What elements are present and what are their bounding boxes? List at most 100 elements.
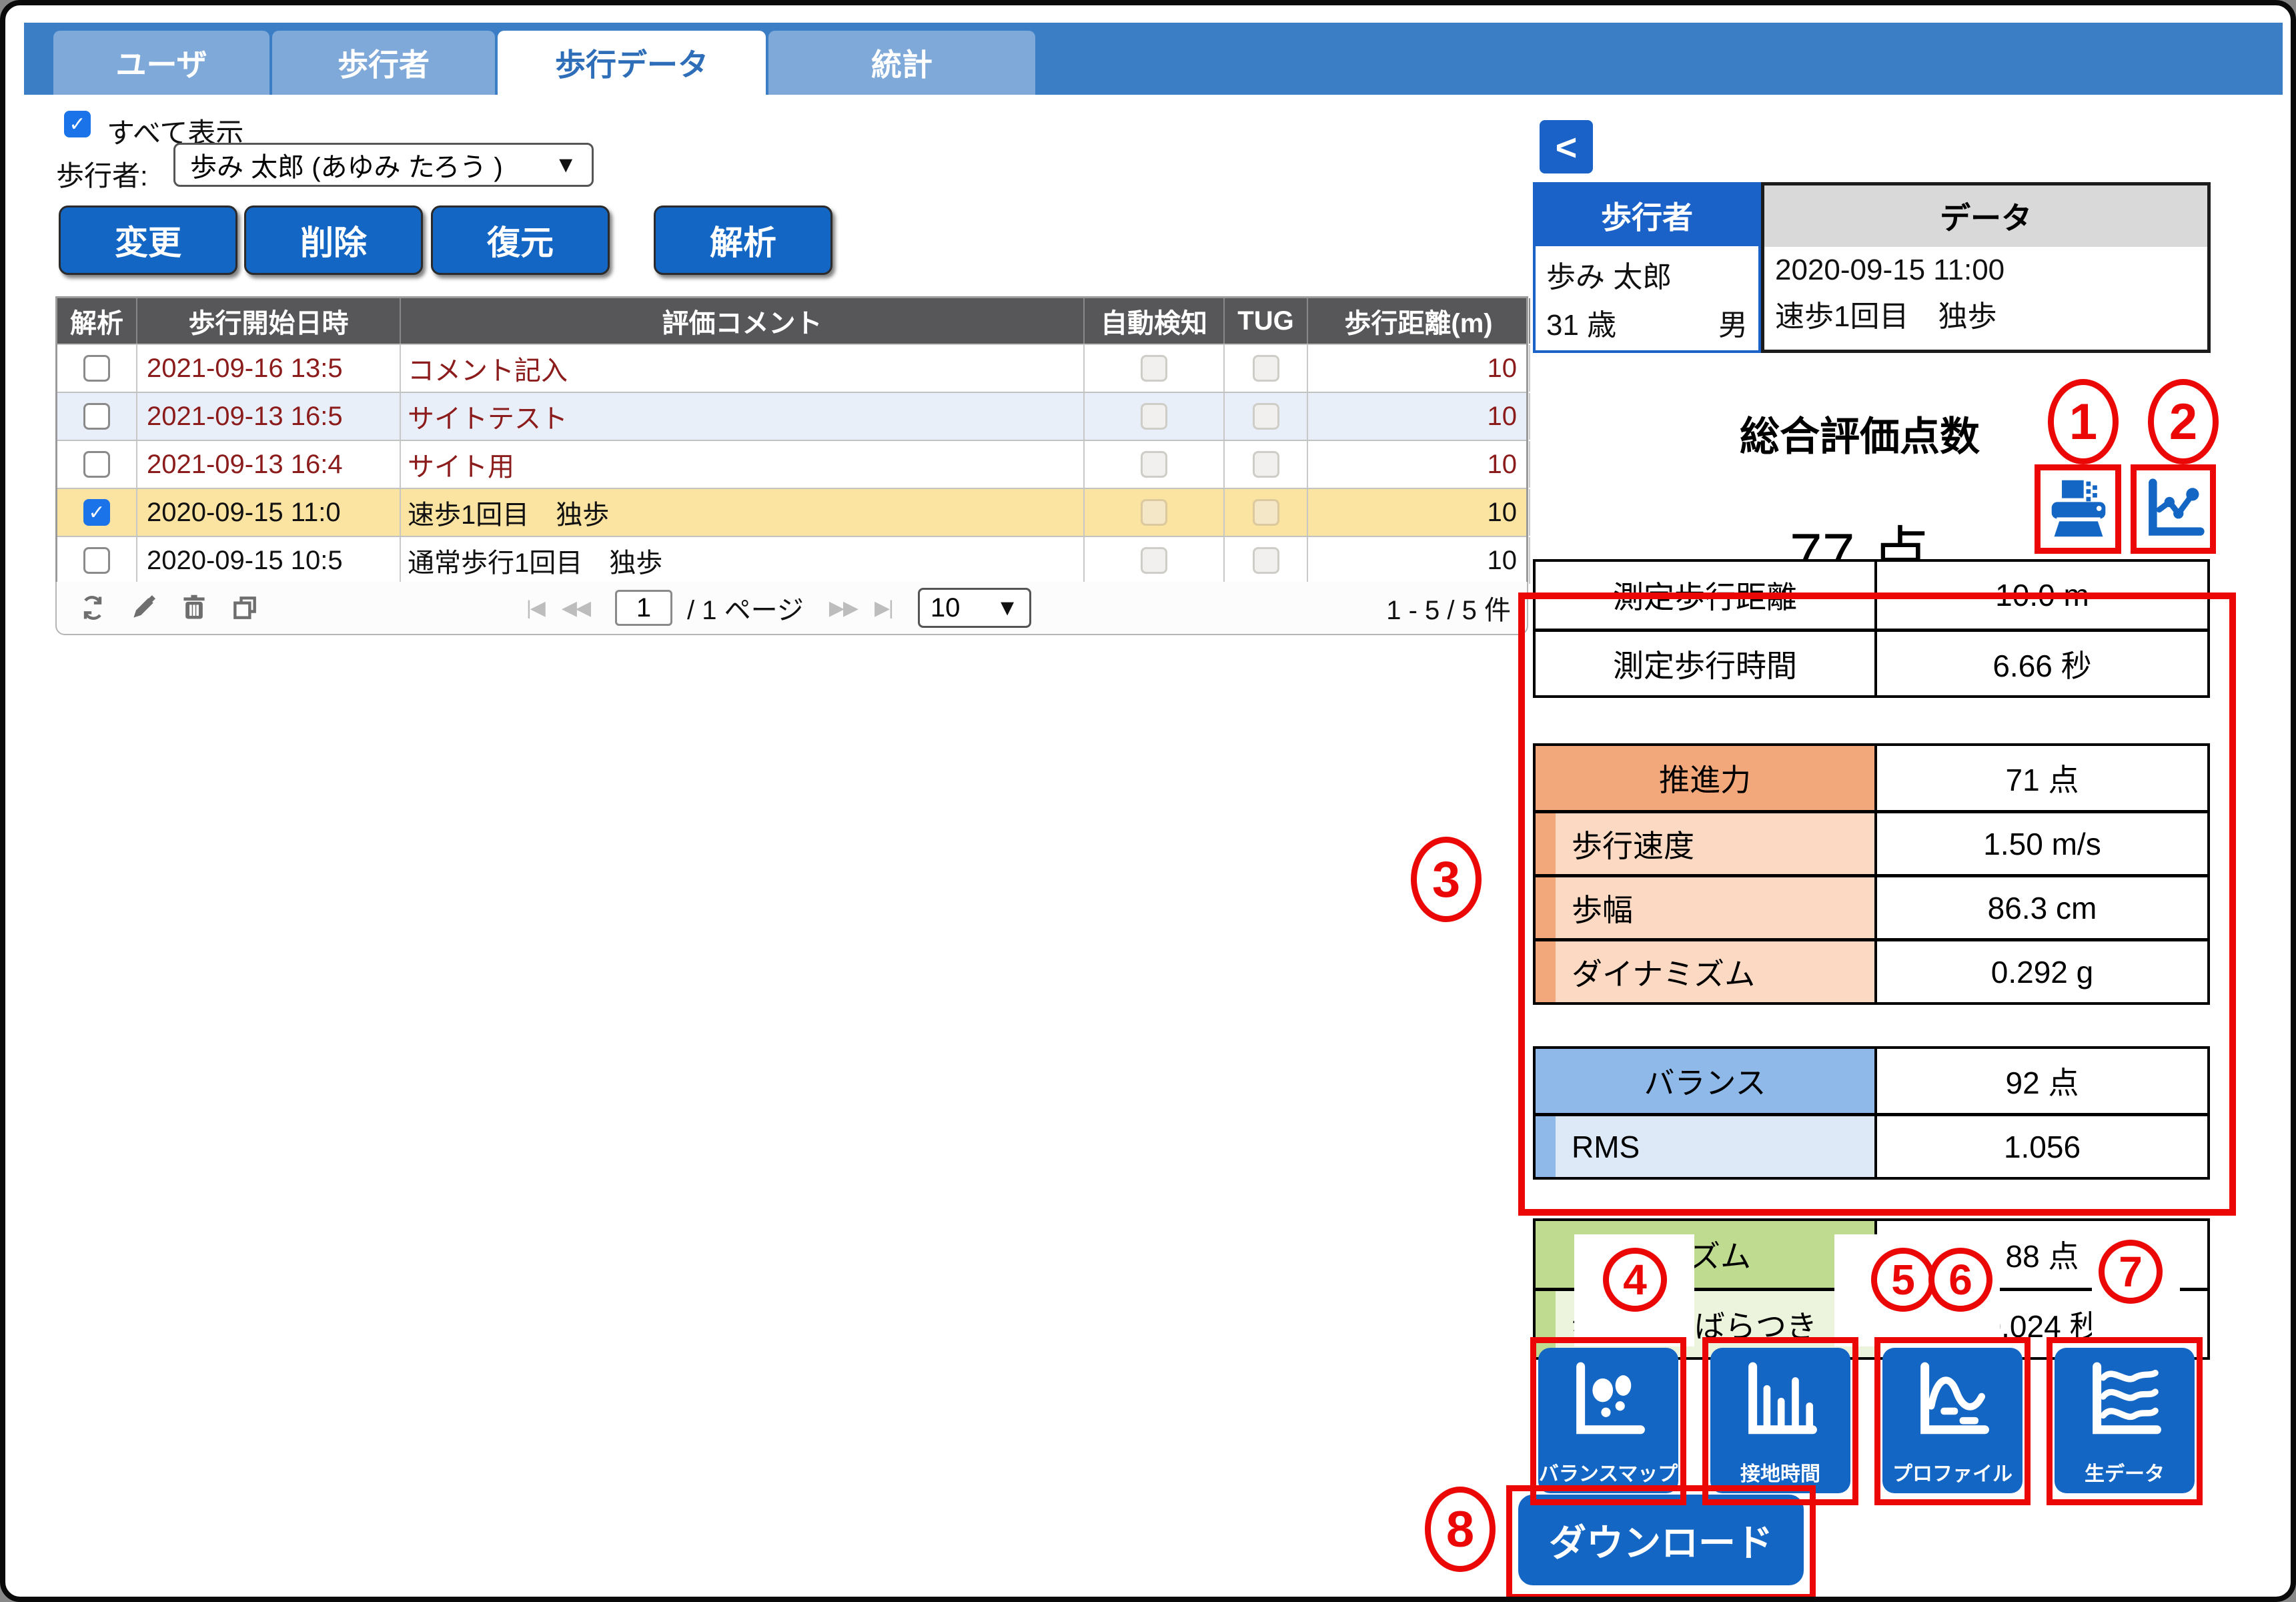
back-button[interactable]: < <box>1540 120 1593 173</box>
pager-next-button[interactable]: ▶▶ <box>829 596 857 620</box>
balance-map-icon <box>1565 1357 1652 1444</box>
row-distance: 10 <box>1308 537 1530 584</box>
row-analyze-checkbox[interactable] <box>83 355 110 382</box>
annotation-number-1: 1 <box>2048 379 2119 464</box>
walker-sex: 男 <box>1718 301 1748 344</box>
trash-icon[interactable] <box>179 593 209 623</box>
table-row-selected[interactable]: ✓ 2020-09-15 11:0 速歩1回目 独歩 10 <box>57 488 1526 536</box>
bar-chart-icon <box>1737 1357 1824 1444</box>
download-button[interactable]: ダウンロード <box>1518 1495 1804 1585</box>
pager-page-size-select[interactable]: 10 ▼ <box>918 588 1031 628</box>
pager-page-input[interactable]: 1 <box>615 590 672 626</box>
pager-page-size-value: 10 <box>931 593 961 623</box>
row-auto-detect-checkbox <box>1141 403 1167 430</box>
measure-time-value: 6.66 秒 <box>1874 632 2207 695</box>
row-auto-detect-checkbox <box>1141 355 1167 382</box>
rms-value: 1.056 <box>1874 1116 2207 1177</box>
table-row[interactable]: 2020-09-15 10:5 通常歩行1回目 独歩 10 <box>57 536 1526 584</box>
pager-range-label: 1 - 5 / 5 件 <box>1386 588 1511 627</box>
row-distance: 10 <box>1308 489 1530 536</box>
data-card-header: データ <box>1764 185 2207 247</box>
row-auto-detect-checkbox <box>1141 451 1167 478</box>
download-button-label: ダウンロード <box>1549 1513 1773 1567</box>
tab-stats[interactable]: 統計 <box>768 31 1035 95</box>
contact-time-button[interactable]: 接地時間 <box>1710 1348 1850 1493</box>
restore-button-label: 復元 <box>487 216 554 264</box>
row-analyze-checkbox[interactable]: ✓ <box>83 499 110 526</box>
col-header-tug: TUG <box>1225 298 1308 344</box>
table-row[interactable]: 2021-09-16 13:5 コメント記入 10 <box>57 344 1526 392</box>
dynamism-label: ダイナミズム <box>1556 941 1874 1002</box>
tab-user[interactable]: ユーザ <box>53 31 269 95</box>
walker-select[interactable]: 歩み 太郎 (あゆみ たろう ) ▼ <box>173 143 594 187</box>
row-comment: サイト用 <box>401 441 1085 488</box>
row-analyze-checkbox[interactable] <box>83 451 110 478</box>
row-tug-checkbox <box>1253 499 1279 526</box>
measure-distance-value: 10.0 m <box>1874 562 2207 629</box>
row-start-datetime: 2020-09-15 10:5 <box>137 537 401 584</box>
walker-select-label: 歩行者: <box>56 153 148 194</box>
row-analyze-checkbox[interactable] <box>83 547 110 574</box>
row-comment: 速歩1回目 独歩 <box>401 489 1085 536</box>
balance-table: バランス 92 点 RMS 1.056 <box>1533 1046 2210 1180</box>
profile-label: プロファイル <box>1892 1457 2013 1487</box>
propulsion-score: 71 点 <box>1874 746 2207 810</box>
tab-walker-label: 歩行者 <box>338 41 430 85</box>
change-button[interactable]: 変更 <box>59 206 237 275</box>
annotation-number-3: 3 <box>1411 837 1482 922</box>
analyze-button-label: 解析 <box>710 216 776 264</box>
row-start-datetime: 2021-09-13 16:4 <box>137 441 401 488</box>
propulsion-table: 推進力 71 点 歩行速度 1.50 m/s 歩幅 86.3 cm ダイナミズム… <box>1533 743 2210 1005</box>
tab-gait-data[interactable]: 歩行データ <box>498 31 766 95</box>
balance-score: 92 点 <box>1874 1049 2207 1113</box>
profile-button[interactable]: プロファイル <box>1882 1348 2023 1493</box>
dynamism-value: 0.292 g <box>1874 941 2207 1002</box>
caret-down-icon: ▼ <box>996 595 1019 621</box>
table-pager: |◀ ◀◀ 1 / 1 ページ ▶▶ ▶| 10 ▼ 1 - 5 / 5 件 <box>55 582 1528 635</box>
restore-button[interactable]: 復元 <box>431 206 610 275</box>
col-header-start-datetime: 歩行開始日時 <box>137 298 401 344</box>
row-distance: 10 <box>1308 345 1530 392</box>
check-icon: ✓ <box>88 501 105 524</box>
annotation-number-7: 7 <box>2099 1240 2163 1304</box>
row-tug-checkbox <box>1253 403 1279 430</box>
table-row[interactable]: 2021-09-13 16:5 サイトテスト 10 <box>57 392 1526 440</box>
walker-card-header: 歩行者 <box>1536 185 1758 246</box>
annotation-number-2: 2 <box>2148 379 2219 464</box>
copy-icon[interactable] <box>230 593 259 623</box>
row-distance: 10 <box>1308 393 1530 440</box>
analyze-button[interactable]: 解析 <box>654 206 832 275</box>
print-button[interactable] <box>2044 472 2113 544</box>
row-comment: サイトテスト <box>401 393 1085 440</box>
row-tug-checkbox <box>1253 547 1279 574</box>
col-header-auto-detect: 自動検知 <box>1085 298 1225 344</box>
pager-prev-button[interactable]: ◀◀ <box>562 596 590 620</box>
edit-pencil-icon[interactable] <box>129 593 158 623</box>
stride-value: 86.3 cm <box>1874 877 2207 938</box>
delete-button-label: 削除 <box>300 216 367 264</box>
back-chevron-icon: < <box>1556 125 1578 169</box>
trend-chart-button[interactable] <box>2140 472 2209 544</box>
raw-data-button[interactable]: 生データ <box>2055 1348 2195 1493</box>
app-window: ユーザ 歩行者 歩行データ 統計 ✓ すべて表示 歩行者: 歩み 太郎 (あゆみ… <box>0 0 2296 1602</box>
row-analyze-checkbox[interactable] <box>83 403 110 430</box>
row-tug-checkbox <box>1253 355 1279 382</box>
waveform-icon <box>2081 1357 2168 1444</box>
balance-map-button[interactable]: バランスマップ <box>1538 1348 1678 1493</box>
table-row[interactable]: 2021-09-13 16:4 サイト用 10 <box>57 440 1526 488</box>
refresh-icon[interactable] <box>78 593 107 623</box>
show-all-checkbox[interactable]: ✓ <box>64 111 91 137</box>
line-chart-icon <box>2143 476 2207 540</box>
balance-header: バランス <box>1536 1049 1874 1113</box>
row-start-datetime: 2021-09-16 13:5 <box>137 345 401 392</box>
caret-down-icon: ▼ <box>554 152 577 178</box>
pager-first-button[interactable]: |◀ <box>526 596 544 620</box>
pager-last-button[interactable]: ▶| <box>875 596 893 620</box>
tab-walker[interactable]: 歩行者 <box>272 31 495 95</box>
delete-button[interactable]: 削除 <box>244 206 423 275</box>
printer-icon <box>2047 476 2111 540</box>
row-auto-detect-checkbox <box>1141 547 1167 574</box>
data-session-label: 速歩1回目 独歩 <box>1775 292 2197 335</box>
row-start-datetime: 2021-09-13 16:5 <box>137 393 401 440</box>
annotation-number-4: 4 <box>1603 1248 1667 1312</box>
